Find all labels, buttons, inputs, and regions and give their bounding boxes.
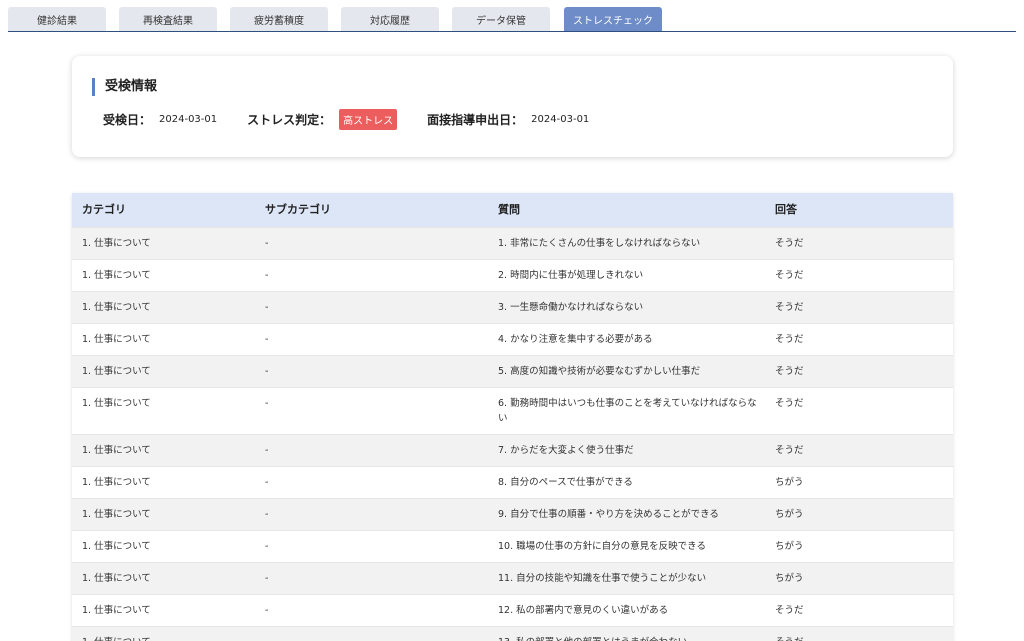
- row-question: 13. 私の部署と他の部署とはうまが合わない: [487, 627, 763, 641]
- table-row: 1. 仕事について - 7. からだを大変よく使う仕事だ そうだ: [72, 434, 953, 466]
- table-row: 1. 仕事について - 9. 自分で仕事の順番・やり方を決めることができる ちがう: [72, 498, 953, 530]
- row-subcategory: -: [265, 302, 269, 313]
- tab-health-checkup[interactable]: 健診結果: [8, 7, 106, 31]
- row-category: 1. 仕事について: [82, 334, 151, 345]
- stress-badge: 高ストレス: [339, 108, 398, 130]
- tab-fatigue[interactable]: 疲労蓄積度: [230, 7, 328, 31]
- row-category: 1. 仕事について: [82, 573, 151, 584]
- row-subcategory: -: [265, 445, 269, 456]
- row-question: 5. 高度の知識や技術が必要なむずかしい仕事だ: [498, 366, 701, 377]
- table-row: 1. 仕事について - 5. 高度の知識や技術が必要なむずかしい仕事だ そうだ: [72, 355, 953, 387]
- row-category: 1. 仕事について: [72, 627, 256, 641]
- row-category: 1. 仕事について: [82, 302, 151, 313]
- row-answer: そうだ: [775, 302, 804, 313]
- table-row: 1. 仕事について-13. 私の部署と他の部署とはうまが合わないそうだ: [72, 626, 953, 641]
- row-subcategory: -: [265, 398, 269, 409]
- row-category: 1. 仕事について: [82, 445, 151, 456]
- interview-date-label: 面接指導申出日：: [427, 112, 524, 127]
- row-subcategory: -: [265, 541, 269, 552]
- table-row: 1. 仕事について - 3. 一生懸命働かなければならない そうだ: [72, 291, 953, 323]
- row-subcategory: -: [265, 238, 269, 249]
- row-question: 3. 一生懸命働かなければならない: [498, 302, 644, 313]
- row-category: 1. 仕事について: [82, 509, 151, 520]
- table-header: カテゴリ サブカテゴリ 質問 回答: [72, 193, 953, 227]
- row-subcategory: -: [265, 366, 269, 377]
- row-question: 9. 自分で仕事の順番・やり方を決めることができる: [498, 509, 719, 520]
- tab-history[interactable]: 対応履歴: [341, 7, 439, 31]
- row-question: 7. からだを大変よく使う仕事だ: [498, 445, 634, 456]
- table-row: 1. 仕事について - 1. 非常にたくさんの仕事をしなければならない そうだ: [72, 227, 953, 259]
- row-answer: ちがう: [775, 509, 804, 520]
- row-subcategory: -: [265, 573, 269, 584]
- row-question: 11. 自分の技能や知識を仕事で使うことが少ない: [498, 573, 707, 584]
- row-category: 1. 仕事について: [82, 541, 151, 552]
- row-subcategory: -: [265, 477, 269, 488]
- table-row: 1. 仕事について - 6. 勤務時間中はいつも仕事のことを考えていなければならない…: [72, 387, 953, 434]
- row-question: 1. 非常にたくさんの仕事をしなければならない: [498, 238, 701, 249]
- row-answer: ちがう: [775, 477, 804, 488]
- row-question: 2. 時間内に仕事が処理しきれない: [498, 270, 644, 281]
- row-question: 4. かなり注意を集中する必要がある: [498, 334, 653, 345]
- exam-date-value: 2024-03-01: [159, 113, 218, 125]
- row-subcategory: -: [265, 334, 269, 345]
- table-row: 1. 仕事について - 12. 私の部署内で意見のくい違いがある そうだ: [72, 594, 953, 626]
- row-answer: そうだ: [775, 445, 804, 456]
- row-category: 1. 仕事について: [82, 477, 151, 488]
- tab-data-storage[interactable]: データ保管: [452, 7, 550, 31]
- stress-check-table: カテゴリ サブカテゴリ 質問 回答 1. 仕事について -1. 非常にたくさんの仕…: [72, 193, 953, 641]
- header-question: 質問: [498, 203, 520, 216]
- row-question: 8. 自分のペースで仕事ができる: [498, 477, 633, 488]
- row-answer: そうだ: [775, 605, 804, 616]
- exam-info-card: 受検情報 受検日： 2024-03-01 ストレス判定： 高ストレス 面接指導申…: [72, 56, 953, 157]
- table-row: 1. 仕事について - 11. 自分の技能や知識を仕事で使うことが少ない ちがう: [72, 562, 953, 594]
- row-category: 1. 仕事について: [82, 398, 151, 409]
- row-subcategory: -: [256, 627, 487, 641]
- header-subcategory: サブカテゴリ: [265, 203, 331, 216]
- table-row: 1. 仕事について - 10. 職場の仕事の方針に自分の意見を反映できる ちがう: [72, 530, 953, 562]
- card-title: 受検情報: [92, 78, 157, 96]
- row-answer: そうだ: [763, 627, 953, 641]
- interview-date-value: 2024-03-01: [531, 113, 590, 125]
- header-answer: 回答: [775, 203, 797, 216]
- row-category: 1. 仕事について: [82, 238, 151, 249]
- row-answer: そうだ: [775, 334, 804, 345]
- row-answer: そうだ: [775, 366, 804, 377]
- row-category: 1. 仕事について: [82, 270, 151, 281]
- table-row: 1. 仕事について - 4. かなり注意を集中する必要がある そうだ: [72, 323, 953, 355]
- table-row: 1. 仕事について - 2. 時間内に仕事が処理しきれない そうだ: [72, 259, 953, 291]
- row-subcategory: -: [265, 270, 269, 281]
- row-category: 1. 仕事について: [82, 605, 151, 616]
- tab-stress-check[interactable]: ストレスチェック: [564, 7, 662, 31]
- row-answer: そうだ: [775, 270, 804, 281]
- row-answer: ちがう: [775, 573, 804, 584]
- header-category: カテゴリ: [82, 203, 126, 216]
- table-row: 1. 仕事について - 8. 自分のペースで仕事ができる ちがう: [72, 466, 953, 498]
- row-answer: ちがう: [775, 541, 804, 552]
- tab-bar: 健診結果 再検査結果 疲労蓄積度 対応履歴 データ保管 ストレスチェック: [8, 7, 1016, 32]
- row-question: 10. 職場の仕事の方針に自分の意見を反映できる: [498, 541, 706, 552]
- row-question: 6. 勤務時間中はいつも仕事のことを考えていなければならない: [498, 398, 757, 424]
- table-body: 1. 仕事について -1. 非常にたくさんの仕事をしなければならない そうだ 1. 仕…: [72, 227, 953, 641]
- row-answer: そうだ: [775, 238, 804, 249]
- row-category: 1. 仕事について: [82, 366, 151, 377]
- tab-reexam[interactable]: 再検査結果: [119, 7, 217, 31]
- stress-label: ストレス判定：: [247, 112, 332, 127]
- row-subcategory: -: [265, 509, 269, 520]
- row-answer: そうだ: [775, 398, 804, 409]
- row-question: 12. 私の部署内で意見のくい違いがある: [498, 605, 669, 616]
- exam-date-label: 受検日：: [103, 112, 152, 127]
- info-row: 受検日： 2024-03-01 ストレス判定： 高ストレス 面接指導申出日： 2…: [103, 108, 619, 130]
- row-subcategory: -: [265, 605, 269, 616]
